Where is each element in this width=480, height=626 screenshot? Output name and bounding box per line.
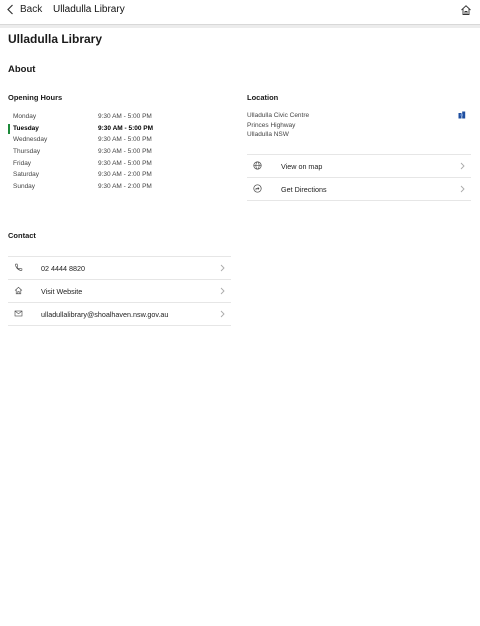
about-heading: About (8, 64, 36, 75)
location-heading: Location (247, 93, 279, 102)
home-icon[interactable] (460, 4, 472, 16)
phone-icon (15, 263, 23, 271)
hours-day: Friday (13, 159, 32, 167)
location-address: Ulladulla Civic Centre Princes Highway U… (247, 111, 309, 140)
email-row[interactable]: ulladullalibrary@shoalhaven.nsw.gov.au (8, 303, 231, 326)
chevron-right-icon (220, 287, 225, 295)
chevron-right-icon (460, 185, 465, 193)
get-directions-row[interactable]: Get Directions (247, 178, 471, 201)
address-line: Princes Highway (247, 121, 296, 129)
hours-row-friday: Friday 9:30 AM - 5:00 PM (8, 158, 238, 170)
address-line: Ulladulla Civic Centre (247, 112, 310, 119)
hours-row-thursday: Thursday 9:30 AM - 5:00 PM (8, 146, 238, 158)
navigation-bar: Back Ulladulla Library (0, 0, 480, 25)
hours-row-saturday: Saturday 9:30 AM - 2:00 PM (8, 169, 238, 181)
hours-time: 9:30 AM - 5:00 PM (98, 113, 152, 120)
chevron-right-icon (220, 310, 225, 318)
hours-row-monday: Monday 9:30 AM - 5:00 PM (8, 111, 238, 123)
page-title: Ulladulla Library (8, 32, 103, 46)
map-icon[interactable] (458, 111, 466, 119)
get-directions-label: Get Directions (281, 185, 327, 194)
header-divider (0, 25, 480, 28)
opening-hours-heading: Opening Hours (8, 93, 63, 102)
hours-day: Wednesday (13, 136, 48, 144)
chevron-right-icon (460, 162, 465, 170)
chevron-right-icon (220, 264, 225, 272)
home-icon (14, 286, 23, 295)
mail-icon (14, 310, 23, 317)
hours-day: Sunday (13, 183, 36, 191)
phone-row[interactable]: 02 4444 8820 (8, 257, 231, 280)
hours-day: Monday (13, 113, 37, 120)
directions-icon (253, 184, 262, 193)
view-on-map-label: View on map (281, 162, 323, 171)
chevron-left-icon (7, 4, 13, 15)
nav-title: Ulladulla Library (53, 4, 125, 15)
contact-list: 02 4444 8820 Visit Website ulladullalibr… (8, 256, 231, 326)
email-label: ulladullalibrary@shoalhaven.nsw.gov.au (41, 310, 169, 319)
hours-day: Saturday (13, 171, 40, 179)
back-label: Back (20, 4, 43, 15)
hours-row-tuesday: Tuesday 9:30 AM - 5:00 PM (8, 123, 238, 135)
back-button[interactable]: Back (6, 4, 42, 15)
hours-time: 9:30 AM - 5:00 PM (98, 124, 154, 132)
contact-heading: Contact (8, 231, 36, 240)
hours-time: 9:30 AM - 5:00 PM (98, 159, 152, 167)
hours-day: Thursday (13, 148, 41, 156)
hours-row-sunday: Sunday 9:30 AM - 2:00 PM (8, 181, 238, 193)
hours-day: Tuesday (13, 124, 39, 132)
hours-time: 9:30 AM - 2:00 PM (98, 183, 152, 191)
opening-hours-table: Monday 9:30 AM - 5:00 PM Tuesday 9:30 AM… (8, 111, 238, 193)
hours-row-wednesday: Wednesday 9:30 AM - 5:00 PM (8, 134, 238, 146)
website-label: Visit Website (41, 287, 83, 296)
website-row[interactable]: Visit Website (8, 280, 231, 303)
address-line: Ulladulla NSW (247, 131, 289, 138)
today-marker (8, 123, 10, 134)
location-actions: View on map Get Directions (247, 154, 471, 201)
hours-time: 9:30 AM - 2:00 PM (98, 171, 152, 179)
phone-label: 02 4444 8820 (41, 264, 85, 273)
hours-time: 9:30 AM - 5:00 PM (98, 148, 152, 156)
globe-icon (253, 161, 262, 170)
view-on-map-row[interactable]: View on map (247, 155, 471, 178)
hours-time: 9:30 AM - 5:00 PM (98, 136, 152, 144)
